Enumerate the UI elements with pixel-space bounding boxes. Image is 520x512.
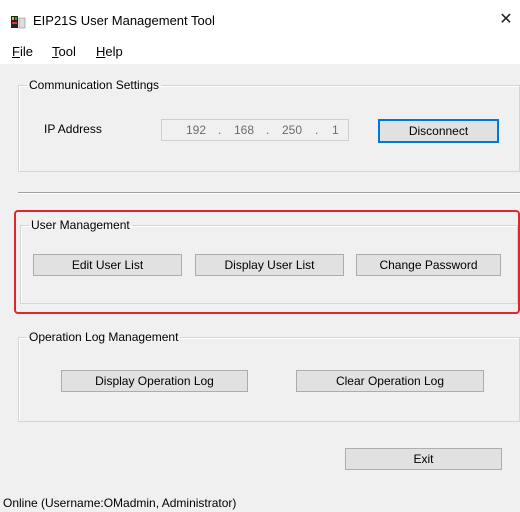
window-title: EIP21S User Management Tool	[33, 13, 215, 28]
menu-help-accel: H	[96, 44, 106, 59]
title-bar: EIP21S User Management Tool ✕	[0, 0, 520, 40]
ip-dot-3: .	[315, 123, 319, 137]
menu-tool[interactable]: Tool	[52, 44, 76, 59]
ip-octet-2: 168	[234, 123, 255, 137]
menu-help-label: elp	[105, 44, 123, 59]
highlight-frame	[14, 210, 520, 314]
ip-address-field[interactable]: 192 . 168 . 250 . 1	[161, 119, 349, 141]
app-icon	[11, 16, 26, 29]
ip-octet-3: 250	[282, 123, 303, 137]
close-icon[interactable]: ✕	[492, 6, 520, 34]
disconnect-button[interactable]: Disconnect	[378, 119, 499, 143]
operation-log-legend: Operation Log Management	[29, 330, 179, 344]
menu-tool-label: ool	[58, 44, 76, 59]
menu-file[interactable]: File	[12, 44, 33, 59]
menu-bar: File Tool Help	[0, 40, 520, 64]
exit-button[interactable]: Exit	[345, 448, 502, 470]
display-operation-log-button[interactable]: Display Operation Log	[61, 370, 248, 392]
status-bar: Online (Username:OMadmin, Administrator)	[3, 496, 237, 510]
ip-dot-1: .	[218, 123, 222, 137]
menu-help[interactable]: Help	[96, 44, 123, 59]
clear-operation-log-button[interactable]: Clear Operation Log	[296, 370, 484, 392]
ip-dot-2: .	[266, 123, 270, 137]
menu-file-label: ile	[19, 44, 33, 59]
menu-file-accel: F	[12, 44, 20, 59]
ip-address-label: IP Address	[44, 122, 102, 136]
ip-octet-1: 192	[186, 123, 207, 137]
ip-octet-4: 1	[332, 123, 339, 137]
separator	[18, 192, 520, 194]
communication-settings-legend: Communication Settings	[29, 78, 160, 92]
